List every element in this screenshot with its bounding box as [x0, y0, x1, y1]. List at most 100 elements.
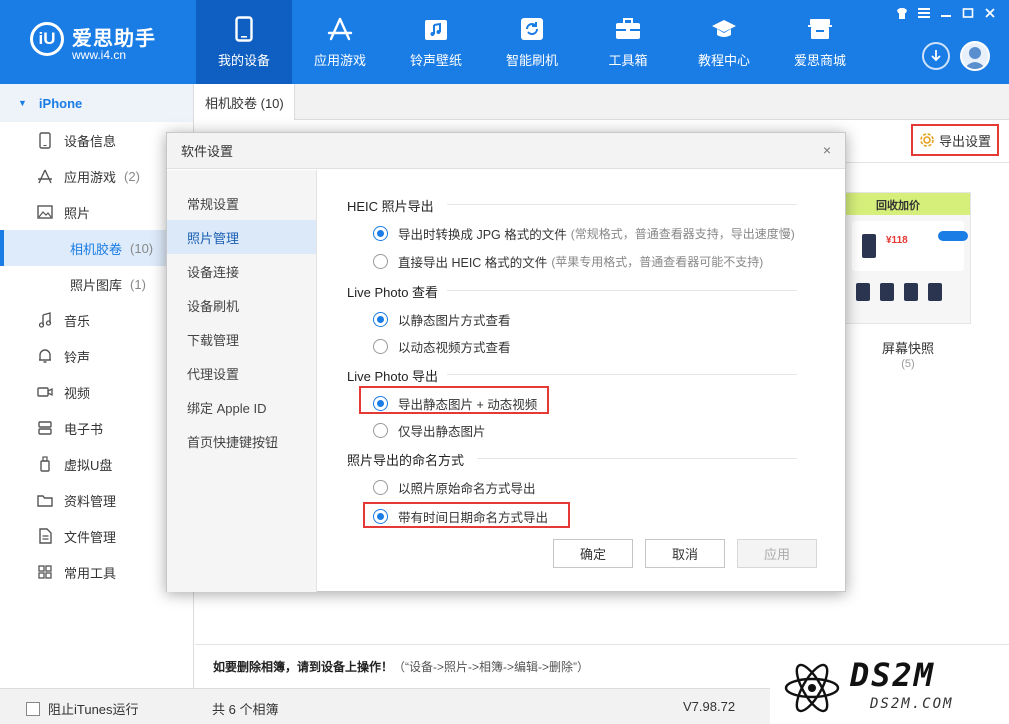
dialog-nav-device-connection[interactable]: 设备连接: [167, 254, 316, 288]
close-icon[interactable]: ×: [819, 142, 835, 158]
sidebar-item-label: 常用工具: [64, 565, 117, 581]
cancel-button[interactable]: 取消: [645, 539, 725, 568]
settings-menu-icon[interactable]: [915, 5, 933, 21]
radio-button-selected[interactable]: [373, 226, 388, 241]
radio-button[interactable]: [373, 254, 388, 269]
album-thumb-row: [846, 271, 970, 301]
phone-thumb: [856, 283, 870, 301]
radio-button[interactable]: [373, 480, 388, 495]
video-icon: [36, 383, 54, 401]
section-title-live-view: Live Photo 查看: [347, 285, 439, 300]
maximize-icon[interactable]: [959, 5, 977, 21]
app-icon: [36, 167, 54, 185]
radio-naming-original[interactable]: 以照片原始命名方式导出: [373, 478, 536, 497]
nav-flash[interactable]: 智能刷机: [484, 0, 580, 84]
sidebar-item-music[interactable]: 音乐: [0, 302, 193, 338]
sidebar-item-photos[interactable]: 照片: [0, 194, 193, 230]
album-thumbnail[interactable]: 回收加价 ¥118: [845, 192, 971, 324]
graduation-cap-icon: [711, 16, 737, 42]
hint-path: （“设备->照片->相簿->编辑->删除”）: [393, 660, 590, 674]
radio-label: 以照片原始命名方式导出: [398, 482, 536, 496]
radio-label: 导出时转换成 JPG 格式的文件: [398, 228, 567, 242]
block-itunes-label: 阻止iTunes运行: [48, 702, 139, 717]
nav-ringtones[interactable]: 铃声壁纸: [388, 0, 484, 84]
tab-camera-roll[interactable]: 相机胶卷 (10): [195, 84, 295, 120]
radio-button[interactable]: [373, 339, 388, 354]
grid-icon: [36, 563, 54, 581]
nav-label: 工具箱: [608, 52, 648, 68]
device-header[interactable]: ▼ iPhone: [0, 84, 193, 122]
sidebar-item-ebooks[interactable]: 电子书: [0, 410, 193, 446]
radio-naming-datetime[interactable]: 带有时间日期命名方式导出: [373, 507, 548, 526]
tab-bar: 相机胶卷 (10): [195, 84, 1009, 120]
minimize-icon[interactable]: [937, 5, 955, 21]
phone-icon: [231, 15, 257, 42]
close-window-icon[interactable]: [981, 5, 999, 21]
sidebar-item-label: 虚拟U盘: [64, 457, 113, 473]
phone-thumb: [880, 283, 894, 301]
dialog-nav-download[interactable]: 下载管理: [167, 322, 316, 356]
radio-live-view-static[interactable]: 以静态图片方式查看: [373, 310, 511, 329]
dialog-nav-proxy[interactable]: 代理设置: [167, 356, 316, 390]
sidebar-item-tools[interactable]: 常用工具: [0, 554, 193, 590]
dialog-nav-general[interactable]: 常规设置: [167, 186, 316, 220]
shop-icon: [807, 16, 833, 42]
music-note-icon: [423, 16, 449, 42]
sidebar-item-camera-roll[interactable]: 相机胶卷 (10): [0, 230, 193, 266]
nav-label: 智能刷机: [505, 52, 558, 68]
album-count: (5): [901, 358, 915, 370]
radio-live-view-video[interactable]: 以动态视频方式查看: [373, 337, 511, 356]
block-itunes-checkbox[interactable]: [26, 701, 40, 716]
ok-button[interactable]: 确定: [553, 539, 633, 568]
radio-heic-jpg[interactable]: 导出时转换成 JPG 格式的文件 (常规格式，普通查看器支持，导出速度慢): [373, 224, 795, 243]
radio-button-selected[interactable]: [373, 312, 388, 327]
album-thumb-card: ¥118: [852, 221, 968, 271]
sidebar-item-file-management[interactable]: 文件管理: [0, 518, 193, 554]
nav-toolbox[interactable]: 工具箱: [580, 0, 676, 84]
radio-button-selected[interactable]: [373, 509, 388, 524]
download-icon[interactable]: [922, 42, 950, 70]
apply-button[interactable]: 应用: [737, 539, 817, 568]
dialog-nav-photo-management[interactable]: 照片管理: [167, 220, 316, 254]
album-name[interactable]: 屏幕快照: [845, 338, 971, 357]
nav-apps[interactable]: 应用游戏: [292, 0, 388, 84]
user-avatar[interactable]: [960, 41, 990, 71]
dialog-nav-device-flash[interactable]: 设备刷机: [167, 288, 316, 322]
sidebar-item-label: 照片: [64, 205, 91, 221]
block-itunes-toggle[interactable]: 阻止iTunes运行: [26, 699, 139, 718]
sidebar-item-usb-drive[interactable]: 虚拟U盘: [0, 446, 193, 482]
sidebar-item-photo-library[interactable]: 照片图库 (1): [0, 266, 193, 302]
radio-live-export-static[interactable]: 仅导出静态图片: [373, 421, 486, 440]
export-settings-button[interactable]: 导出设置: [911, 124, 999, 156]
radio-button[interactable]: [373, 423, 388, 438]
logo-mark: iU: [30, 22, 64, 56]
caret-down-icon: ▼: [18, 98, 27, 108]
dialog-header: 软件设置: [167, 133, 845, 169]
sidebar-item-ringtones[interactable]: 铃声: [0, 338, 193, 374]
sidebar-item-apps[interactable]: 应用游戏 (2): [0, 158, 193, 194]
nav-my-device[interactable]: 我的设备: [196, 0, 292, 84]
sidebar-item-data-management[interactable]: 资料管理: [0, 482, 193, 518]
skin-icon[interactable]: [893, 5, 911, 21]
sidebar-item-videos[interactable]: 视频: [0, 374, 193, 410]
music-icon: [36, 311, 54, 329]
hint-text: 如要删除相簿，请到设备上操作！: [213, 660, 394, 674]
usb-icon: [36, 455, 54, 473]
phone-thumb-icon: [862, 234, 876, 258]
dialog-title: 软件设置: [181, 144, 234, 159]
app-store-icon: [327, 16, 353, 42]
nav-shop[interactable]: 爱思商城: [772, 0, 868, 84]
section-divider: [447, 290, 797, 291]
nav-tutorials[interactable]: 教程中心: [676, 0, 772, 84]
radio-label: 仅导出静态图片: [398, 425, 486, 439]
radio-heic-direct[interactable]: 直接导出 HEIC 格式的文件 (苹果专用格式，普通查看器可能不支持): [373, 252, 763, 271]
photo-icon: [36, 203, 54, 221]
album-thumb-price: ¥118: [886, 235, 908, 246]
dialog-nav-apple-id[interactable]: 绑定 Apple ID: [167, 390, 316, 424]
sidebar-item-count: (2): [124, 168, 140, 184]
sidebar-item-device-info[interactable]: 设备信息: [0, 122, 193, 158]
dialog-nav-shortcuts[interactable]: 首页快捷键按钮: [167, 424, 316, 458]
radio-button-selected[interactable]: [373, 396, 388, 411]
radio-live-export-both[interactable]: 导出静态图片 + 动态视频: [373, 394, 537, 413]
folder-icon: [36, 491, 54, 509]
